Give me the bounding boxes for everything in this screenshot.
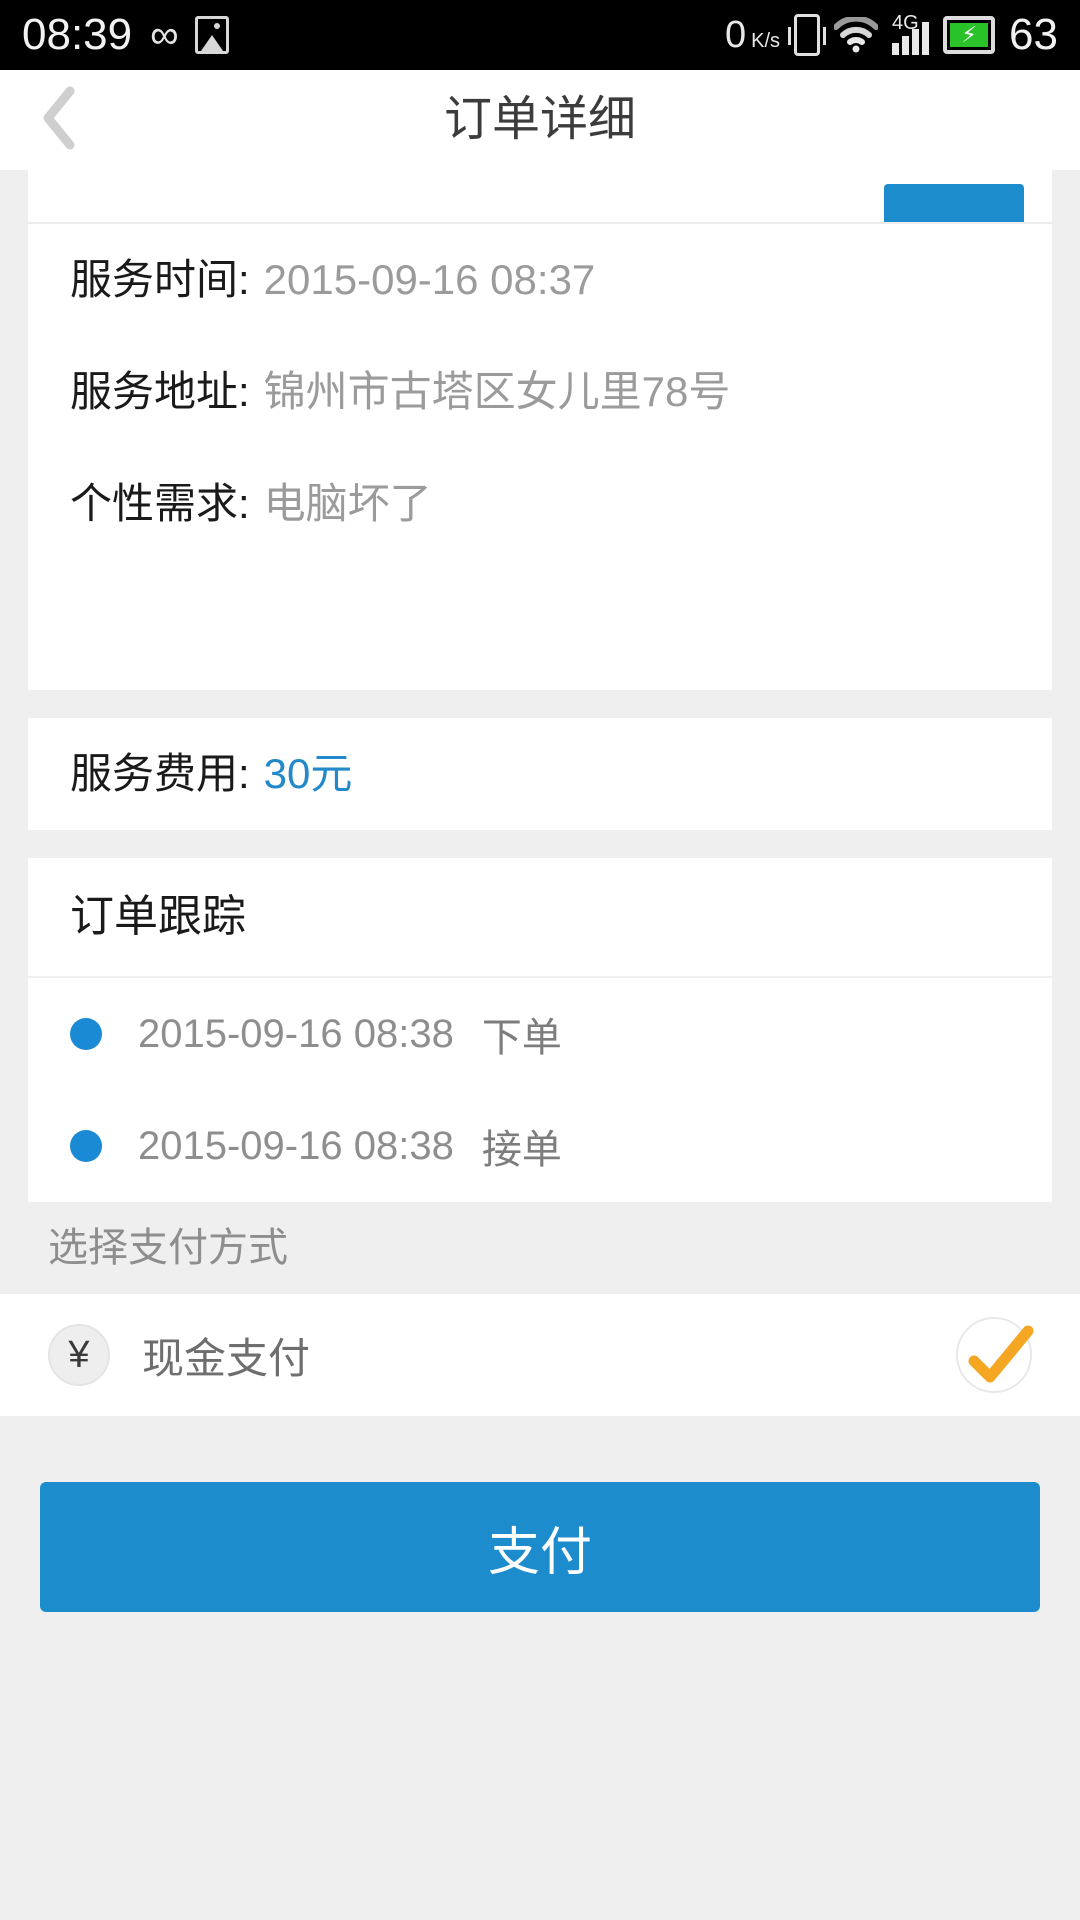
- photo-icon: [194, 16, 229, 54]
- pay-button[interactable]: 支付: [40, 1482, 1040, 1612]
- wifi-icon: [833, 15, 880, 53]
- tracking-status: 下单: [481, 1016, 562, 1060]
- service-fee-value: 30元: [263, 750, 353, 797]
- info-value: 电脑坏了: [263, 480, 432, 527]
- card-bottom-padding: [28, 560, 1052, 690]
- network-speed-indicator: 0 K/s: [725, 16, 780, 54]
- payment-method-hint: 选择支付方式: [0, 1202, 1080, 1294]
- info-label: 服务时间:: [70, 256, 250, 303]
- order-tracking-title: 订单跟踪: [28, 858, 1052, 978]
- infinity-icon: ∞: [150, 13, 178, 57]
- status-bar: 08:39 ∞ 0 K/s 4G ⚡ 63: [0, 0, 1080, 70]
- info-row-service-time: 服务时间: 2015-09-16 08:37: [28, 224, 1052, 336]
- info-row-service-address: 服务地址: 锦州市古塔区女儿里78号: [28, 336, 1052, 448]
- check-icon[interactable]: [956, 1317, 1034, 1393]
- tracking-time: 2015-09-16 08:38: [138, 1123, 454, 1168]
- scroll-content[interactable]: 服务时间: 2015-09-16 08:37 服务地址: 锦州市古塔区女儿里78…: [0, 170, 1080, 1612]
- signal-bars-icon: 4G: [892, 12, 930, 55]
- navigation-bar: 订单详细: [0, 70, 1080, 170]
- page-title: 订单详细: [443, 93, 636, 146]
- scrolled-off-action-button[interactable]: [884, 184, 1024, 222]
- status-bar-clock: 08:39: [22, 10, 133, 59]
- info-label: 服务地址:: [70, 368, 250, 415]
- network-speed-value: 0: [725, 14, 747, 56]
- service-fee-card: 服务费用: 30元: [28, 718, 1052, 830]
- tracking-entry: 2015-09-16 08:38 接单: [28, 1090, 1052, 1202]
- scrolled-off-card: [28, 170, 1052, 224]
- section-divider: [0, 690, 1080, 718]
- status-bar-left: 08:39 ∞: [22, 13, 229, 57]
- battery-percent-label: 63: [1009, 10, 1058, 59]
- info-value: 2015-09-16 08:37: [263, 256, 596, 303]
- order-tracking-card: 订单跟踪 2015-09-16 08:38 下单 2015-09-16 08:3…: [28, 858, 1052, 1202]
- payment-method-label: 现金支付: [142, 1334, 311, 1382]
- payment-method-cash-option[interactable]: ¥ 现金支付: [0, 1294, 1080, 1416]
- info-label: 个性需求:: [70, 480, 250, 527]
- info-value: 锦州市古塔区女儿里78号: [263, 368, 731, 415]
- yen-icon: ¥: [48, 1324, 110, 1386]
- info-row-service-fee: 服务费用: 30元: [28, 718, 1052, 830]
- timeline-dot-icon: [70, 1130, 102, 1162]
- footer: 支付: [0, 1416, 1080, 1612]
- network-type-label: 4G: [892, 12, 919, 34]
- network-speed-unit: K/s: [751, 30, 781, 52]
- tracking-status: 接单: [481, 1128, 562, 1172]
- status-bar-right: 0 K/s 4G ⚡ 63: [725, 13, 1058, 57]
- info-label: 服务费用:: [70, 750, 250, 797]
- info-row-custom-requirement: 个性需求: 电脑坏了: [28, 448, 1052, 560]
- tracking-entry: 2015-09-16 08:38 下单: [28, 978, 1052, 1090]
- section-divider: [0, 830, 1080, 858]
- vibrate-icon: [788, 14, 827, 56]
- battery-charging-icon: ⚡: [943, 16, 996, 54]
- timeline-dot-icon: [70, 1018, 102, 1050]
- tracking-time: 2015-09-16 08:38: [138, 1011, 454, 1056]
- order-info-card: 服务时间: 2015-09-16 08:37 服务地址: 锦州市古塔区女儿里78…: [28, 224, 1052, 690]
